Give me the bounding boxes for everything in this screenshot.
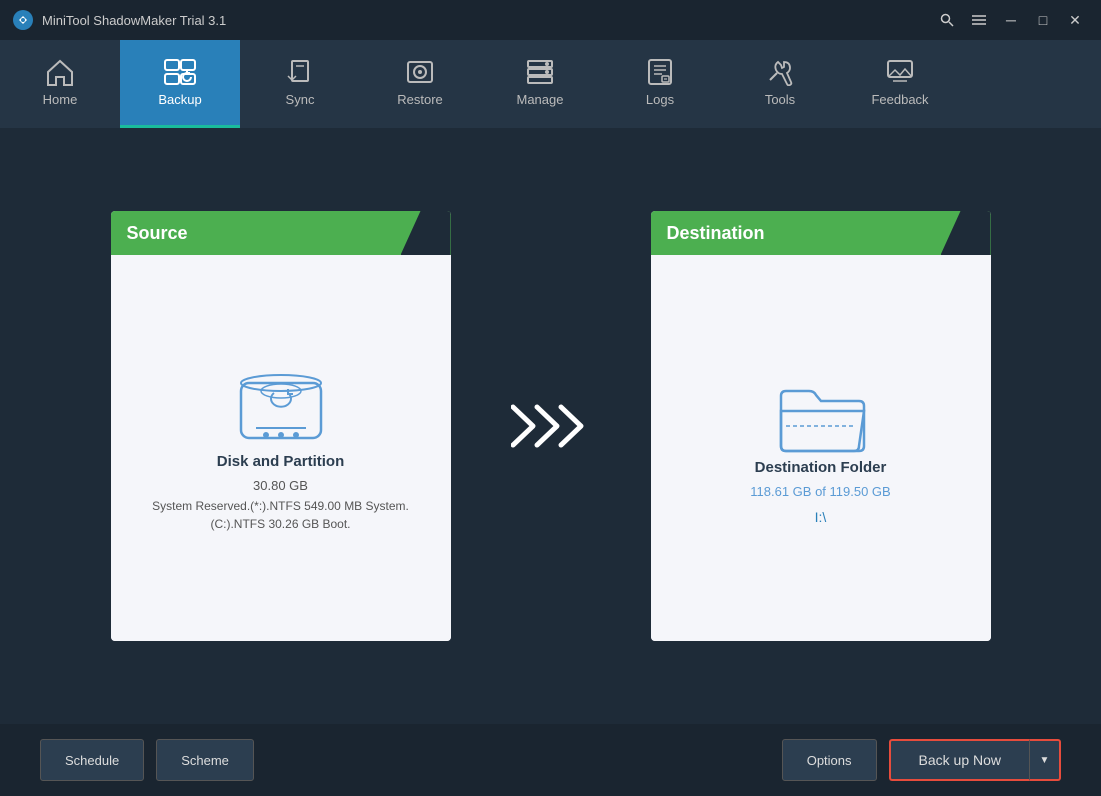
- disk-icon: [226, 363, 336, 453]
- nav-label-home: Home: [43, 92, 78, 107]
- bottom-left-actions: Schedule Scheme: [40, 739, 254, 781]
- tools-icon: [764, 58, 796, 86]
- options-button[interactable]: Options: [782, 739, 877, 781]
- app-logo: [12, 9, 34, 31]
- backup-now-button[interactable]: Back up Now: [889, 739, 1029, 781]
- nav-label-restore: Restore: [397, 92, 443, 107]
- main-content: Source Disk and Parti: [0, 128, 1101, 724]
- folder-icon: [771, 371, 871, 459]
- close-button[interactable]: ✕: [1061, 9, 1089, 31]
- dropdown-arrow-icon: ▼: [1040, 755, 1050, 766]
- title-bar: MiniTool ShadowMaker Trial 3.1 ─ □ ✕: [0, 0, 1101, 40]
- destination-card[interactable]: Destination Destination Folder 118.61 GB…: [651, 211, 991, 641]
- scheme-button[interactable]: Scheme: [156, 739, 254, 781]
- source-size: 30.80 GB: [253, 478, 308, 493]
- maximize-button[interactable]: □: [1029, 9, 1057, 31]
- nav-label-feedback: Feedback: [871, 92, 928, 107]
- menu-icon: [972, 15, 986, 25]
- nav-label-sync: Sync: [286, 92, 315, 107]
- source-card-body[interactable]: Disk and Partition 30.80 GB System Reser…: [111, 255, 451, 641]
- destination-card-body[interactable]: Destination Folder 118.61 GB of 119.50 G…: [651, 255, 991, 641]
- backup-dropdown-button[interactable]: ▼: [1029, 739, 1061, 781]
- bottom-right-actions: Options Back up Now ▼: [782, 739, 1061, 781]
- sync-icon: [285, 58, 315, 86]
- source-card-header: Source: [111, 211, 451, 255]
- logs-icon: [645, 58, 675, 86]
- nav-item-tools[interactable]: Tools: [720, 40, 840, 128]
- menu-button[interactable]: [965, 9, 993, 31]
- source-card[interactable]: Source Disk and Parti: [111, 211, 451, 641]
- source-title: Disk and Partition: [217, 453, 345, 470]
- forward-arrows-icon: [511, 403, 591, 449]
- minimize-button[interactable]: ─: [997, 9, 1025, 31]
- restore-icon: [404, 58, 436, 86]
- nav-label-tools: Tools: [765, 92, 795, 107]
- nav-label-manage: Manage: [517, 92, 564, 107]
- nav-bar: Home Backup Sync Restore: [0, 40, 1101, 128]
- source-details: System Reserved.(*:).NTFS 549.00 MB Syst…: [152, 497, 409, 533]
- destination-size: 118.61 GB of 119.50 GB: [750, 484, 890, 499]
- manage-icon: [525, 58, 555, 86]
- nav-item-feedback[interactable]: Feedback: [840, 40, 960, 128]
- backup-icon: [163, 58, 197, 86]
- destination-header-tab: [941, 211, 991, 255]
- nav-item-sync[interactable]: Sync: [240, 40, 360, 128]
- bottom-bar: Schedule Scheme Options Back up Now ▼: [0, 724, 1101, 796]
- window-controls: ─ □ ✕: [933, 9, 1089, 31]
- nav-item-restore[interactable]: Restore: [360, 40, 480, 128]
- nav-label-backup: Backup: [158, 92, 201, 107]
- arrow-section: [491, 383, 611, 469]
- home-icon: [44, 58, 76, 86]
- source-label: Source: [127, 223, 188, 244]
- nav-item-logs[interactable]: Logs: [600, 40, 720, 128]
- feedback-icon: [885, 58, 915, 86]
- nav-item-manage[interactable]: Manage: [480, 40, 600, 128]
- nav-item-backup[interactable]: Backup: [120, 40, 240, 128]
- nav-item-home[interactable]: Home: [0, 40, 120, 128]
- search-icon: [940, 13, 954, 27]
- destination-card-header: Destination: [651, 211, 991, 255]
- nav-label-logs: Logs: [646, 92, 674, 107]
- destination-path: I:\: [815, 509, 827, 525]
- app-title: MiniTool ShadowMaker Trial 3.1: [42, 13, 925, 28]
- schedule-button[interactable]: Schedule: [40, 739, 144, 781]
- destination-title: Destination Folder: [755, 459, 887, 476]
- destination-label: Destination: [667, 223, 765, 244]
- source-header-tab: [401, 211, 451, 255]
- search-button[interactable]: [933, 9, 961, 31]
